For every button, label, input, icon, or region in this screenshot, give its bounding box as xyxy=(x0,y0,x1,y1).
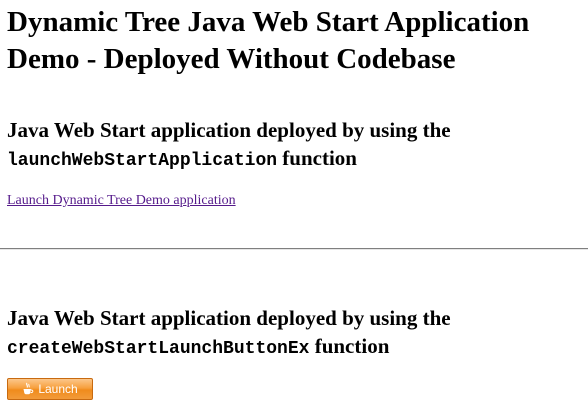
section2-heading-suffix: function xyxy=(309,334,390,358)
section-divider xyxy=(0,248,588,250)
section2-heading-text: Java Web Start application deployed by u… xyxy=(7,306,451,330)
section1-heading-text: Java Web Start application deployed by u… xyxy=(7,118,451,142)
section1-heading: Java Web Start application deployed by u… xyxy=(7,116,451,175)
section2-heading-code: createWebStartLaunchButtonEx xyxy=(7,339,310,359)
section2-heading: Java Web Start application deployed by u… xyxy=(7,304,451,363)
page-title-line1: Dynamic Tree Java Web Start Application xyxy=(7,6,530,38)
page-title-line2: Demo - Deployed Without Codebase xyxy=(7,43,456,75)
launch-dynamic-tree-link[interactable]: Launch Dynamic Tree Demo application xyxy=(7,193,236,209)
launch-button[interactable]: Launch xyxy=(7,378,93,400)
section1-heading-code: launchWebStartApplication xyxy=(7,151,278,171)
section1-heading-suffix: function xyxy=(277,146,357,170)
java-coffee-cup-icon xyxy=(22,382,34,396)
page-title: Dynamic Tree Java Web Start Application … xyxy=(7,4,529,78)
launch-button-label: Launch xyxy=(38,382,78,396)
